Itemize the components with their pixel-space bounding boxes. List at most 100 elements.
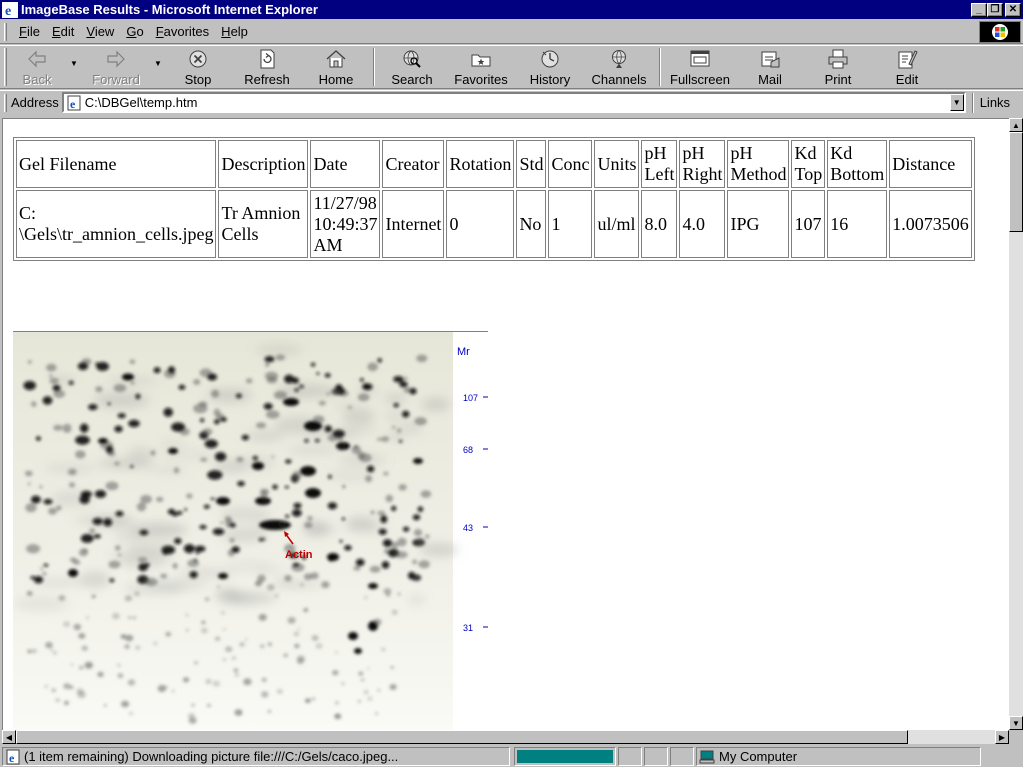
cell-text: 10:49:37 xyxy=(313,213,378,234)
forward-dropdown[interactable]: ▼ xyxy=(151,42,165,84)
cell-text: No xyxy=(519,213,542,234)
back-arrow-icon xyxy=(28,50,46,68)
progress-fill xyxy=(517,750,613,763)
column-header-text: Gel Filename xyxy=(19,153,117,174)
home-button[interactable]: Home xyxy=(303,46,369,88)
cell-text: Cells xyxy=(221,224,259,244)
column-header: Creator xyxy=(382,140,445,188)
address-grip[interactable] xyxy=(4,93,7,112)
fullscreen-icon xyxy=(690,50,710,67)
history-label: History xyxy=(529,72,571,87)
arrow-right-icon: ▶ xyxy=(998,732,1006,742)
favorites-folder-icon xyxy=(471,54,491,67)
edit-icon xyxy=(898,50,918,69)
window-title: ImageBase Results - Microsoft Internet E… xyxy=(21,2,318,17)
stop-icon xyxy=(189,50,207,68)
column-header: Conc xyxy=(548,140,593,188)
title-bar[interactable]: e ImageBase Results - Microsoft Internet… xyxy=(0,0,1023,19)
table-cell: 0 xyxy=(446,190,515,258)
menu-view[interactable]: View xyxy=(80,24,120,39)
fullscreen-button[interactable]: Fullscreen xyxy=(665,46,735,88)
cell-text: IPG xyxy=(730,213,760,234)
cell-text: 107 xyxy=(794,213,822,234)
table-cell: Internet xyxy=(382,190,445,258)
menu-grip[interactable] xyxy=(4,22,7,41)
status-panel xyxy=(644,747,668,766)
address-dropdown-button[interactable]: ▼ xyxy=(949,94,964,111)
cell-text: 1.0073506 xyxy=(892,213,969,234)
mr-marker-label: 31 xyxy=(463,623,473,633)
print-button[interactable]: Print xyxy=(805,46,871,88)
table-cell: IPG xyxy=(727,190,790,258)
mr-marker-label: 68 xyxy=(463,445,473,455)
close-icon: ✕ xyxy=(1008,3,1018,15)
scroll-down-button[interactable]: ▼ xyxy=(1009,716,1023,730)
forward-button[interactable]: Forward xyxy=(81,46,151,88)
table-cell: 1.0073506 xyxy=(889,190,972,258)
printer-icon xyxy=(828,49,848,69)
mr-label: Mr xyxy=(457,346,470,358)
back-dropdown[interactable]: ▼ xyxy=(67,42,81,84)
scroll-right-button[interactable]: ▶ xyxy=(995,730,1009,744)
channels-label: Channels xyxy=(591,72,647,87)
mail-button[interactable]: Mail xyxy=(735,46,805,88)
home-icon xyxy=(326,50,346,68)
edit-label: Edit xyxy=(895,72,919,87)
column-header-text: Top xyxy=(794,164,823,184)
column-header-text: Creator xyxy=(385,153,440,174)
menu-help[interactable]: Help xyxy=(215,24,254,39)
links-button[interactable]: Links xyxy=(971,92,1010,113)
mr-marker-label: 43 xyxy=(463,523,473,533)
refresh-button[interactable]: Refresh xyxy=(231,46,303,88)
vertical-scroll-thumb[interactable] xyxy=(1009,132,1023,232)
column-header-text: Bottom xyxy=(830,164,885,184)
favorites-button[interactable]: Favorites xyxy=(445,46,517,88)
horizontal-scrollbar[interactable]: ◀ ▶ xyxy=(2,730,1009,744)
progress-bar xyxy=(514,747,616,766)
channels-button[interactable]: Channels xyxy=(583,46,655,88)
forward-arrow-icon xyxy=(107,50,125,68)
horizontal-scroll-thumb[interactable] xyxy=(16,730,908,744)
column-header-text: Left xyxy=(644,164,675,184)
table-cell: Tr Amnion Cells xyxy=(218,190,309,258)
address-value[interactable]: C:\DBGel\temp.htm xyxy=(85,95,950,110)
column-header: Std xyxy=(516,140,547,188)
svg-text:e: e xyxy=(70,97,76,111)
address-bar: Address e C:\DBGel\temp.htm ▼ Links xyxy=(0,90,1023,114)
column-header: Date xyxy=(310,140,381,188)
scroll-left-button[interactable]: ◀ xyxy=(2,730,16,744)
history-button[interactable]: History xyxy=(517,46,583,88)
table-cell: 4.0 xyxy=(679,190,726,258)
cell-text: Tr Amnion xyxy=(221,203,301,223)
back-label: Back xyxy=(22,72,52,87)
vertical-scrollbar[interactable]: ▲ ▼ xyxy=(1009,118,1023,730)
table-cell: 1 xyxy=(548,190,593,258)
svg-text:e: e xyxy=(5,4,11,18)
close-button[interactable]: ✕ xyxy=(1005,2,1021,17)
column-header: Rotation xyxy=(446,140,515,188)
menu-favorites[interactable]: Favorites xyxy=(150,24,215,39)
status-bar: e (1 item remaining) Downloading picture… xyxy=(0,746,1023,767)
address-label: Address xyxy=(11,95,59,110)
scroll-up-button[interactable]: ▲ xyxy=(1009,118,1023,132)
svg-text:e: e xyxy=(9,751,15,765)
ie-page-icon: e xyxy=(6,749,20,765)
cell-text: C: xyxy=(19,203,37,223)
menu-edit[interactable]: Edit xyxy=(46,24,80,39)
column-header-text: Description xyxy=(221,153,306,174)
address-input[interactable]: e C:\DBGel\temp.htm ▼ xyxy=(61,92,966,113)
favorites-label: Favorites xyxy=(454,72,508,87)
table-cell: 8.0 xyxy=(641,190,678,258)
menu-file[interactable]: File xyxy=(13,24,46,39)
table-header-row: Gel Filename Description Date Creator Rotati… xyxy=(16,140,972,188)
minimize-button[interactable]: _ xyxy=(971,2,987,17)
search-button[interactable]: Search xyxy=(379,46,445,88)
maximize-button[interactable]: ❐ xyxy=(987,2,1003,17)
menu-go[interactable]: Go xyxy=(120,24,149,39)
status-panel xyxy=(618,747,642,766)
column-header-text: Rotation xyxy=(449,153,512,174)
edit-button[interactable]: Edit xyxy=(871,46,943,88)
security-zone-panel: My Computer xyxy=(696,747,981,766)
stop-button[interactable]: Stop xyxy=(165,46,231,88)
back-button[interactable]: Back xyxy=(7,46,67,88)
